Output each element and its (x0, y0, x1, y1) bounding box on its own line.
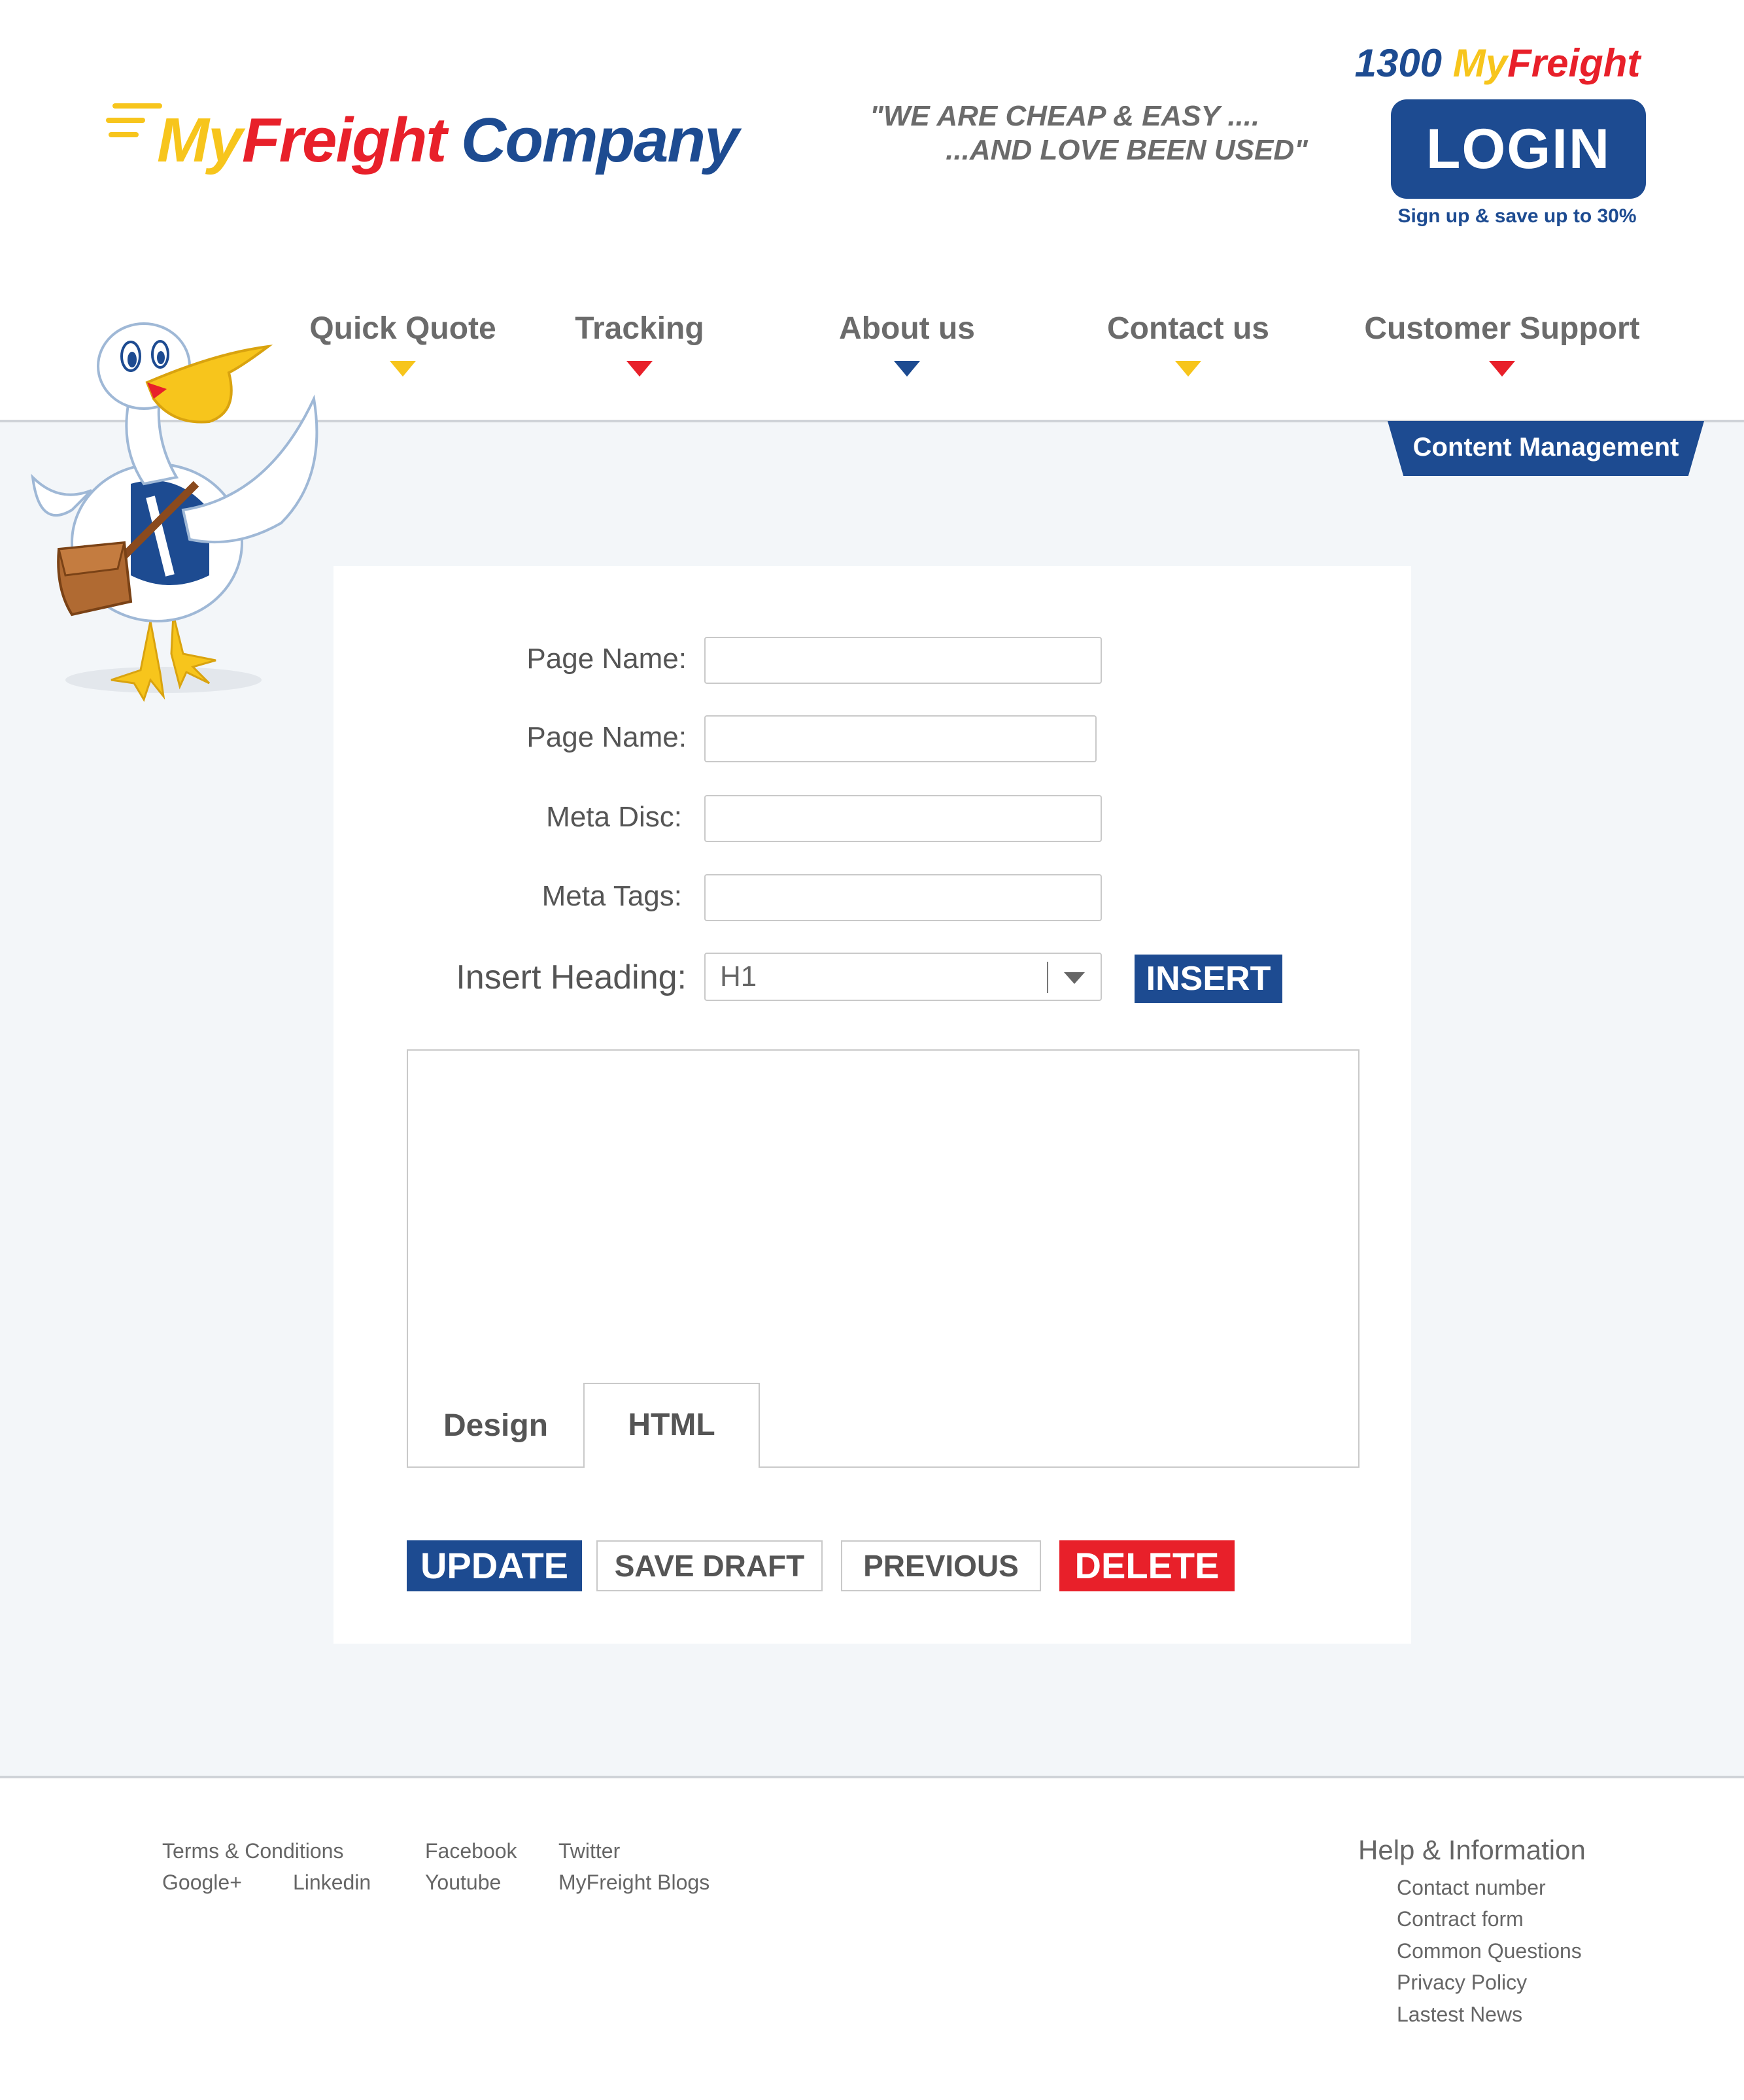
phone-word-freight: Freight (1507, 41, 1641, 85)
footer-link-linkedin[interactable]: Linkedin (293, 1871, 371, 1895)
delete-button[interactable]: DELETE (1059, 1540, 1235, 1591)
tab-html[interactable]: HTML (583, 1383, 760, 1468)
help-link-contact-number[interactable]: Contact number (1397, 1876, 1546, 1900)
field-label-meta-disc: Meta Disc: (546, 801, 682, 833)
footer-link-terms[interactable]: Terms & Conditions (162, 1839, 343, 1863)
nav-label: Quick Quote (309, 311, 496, 346)
logo-speed-line (109, 132, 139, 137)
logo-word-freight: Freight (242, 105, 447, 175)
tagline: "WE ARE CHEAP & EASY .... ...AND LOVE BE… (817, 99, 1314, 167)
footer-link-twitter[interactable]: Twitter (558, 1839, 620, 1863)
nav-label: About us (839, 311, 975, 346)
footer-link-blogs[interactable]: MyFreight Blogs (558, 1871, 710, 1895)
selected-heading-value: H1 (720, 960, 757, 992)
content-management-tab[interactable]: Content Management (1388, 421, 1704, 476)
update-button[interactable]: UPDATE (407, 1540, 582, 1591)
help-link-privacy-policy[interactable]: Privacy Policy (1397, 1971, 1527, 1995)
chevron-down-icon[interactable] (1064, 972, 1085, 984)
dropdown-triangle-icon (1175, 361, 1201, 377)
footer-link-facebook[interactable]: Facebook (425, 1839, 517, 1863)
logo-speed-line (106, 118, 145, 123)
tagline-line-2: ...AND LOVE BEEN USED" (946, 134, 1308, 166)
help-link-latest-news[interactable]: Lastest News (1397, 2003, 1522, 2027)
page-name-2-input[interactable] (704, 715, 1097, 762)
footer-link-google-plus[interactable]: Google+ (162, 1871, 242, 1895)
select-separator (1047, 962, 1048, 993)
help-information-title: Help & Information (1358, 1835, 1586, 1865)
meta-tags-input[interactable] (704, 874, 1102, 921)
field-label-insert-heading: Insert Heading: (456, 958, 687, 996)
logo-speed-line (112, 103, 162, 109)
previous-button[interactable]: PREVIOUS (841, 1540, 1041, 1591)
nav-label: Customer Support (1364, 311, 1640, 346)
nav-item-tracking[interactable]: Tracking (561, 311, 718, 377)
company-logo[interactable]: My Freight Company (105, 98, 772, 183)
dropdown-triangle-icon (1489, 361, 1515, 377)
logo-word-my: My (157, 105, 243, 175)
logo-word-company: Company (461, 105, 739, 175)
page-name-input[interactable] (704, 637, 1102, 684)
nav-label: Contact us (1106, 311, 1269, 346)
meta-disc-input[interactable] (704, 795, 1102, 842)
help-link-contract-form[interactable]: Contract form (1397, 1907, 1524, 1931)
nav-item-customer-support[interactable]: Customer Support (1361, 311, 1643, 377)
dropdown-triangle-icon (894, 361, 920, 377)
phone-number[interactable]: 1300 MyFreight (1347, 41, 1648, 86)
login-button[interactable]: LOGIN (1391, 99, 1646, 199)
tab-design[interactable]: Design (407, 1384, 585, 1468)
phone-word-my: My (1452, 41, 1508, 85)
nav-item-quick-quote[interactable]: Quick Quote (306, 311, 500, 377)
nav-item-contact-us[interactable]: Contact us (1093, 311, 1283, 377)
footer-link-youtube[interactable]: Youtube (425, 1871, 501, 1895)
pelican-mascot-illustration (31, 322, 318, 702)
footer-divider (0, 1776, 1744, 1778)
field-label-page-name: Page Name: (526, 643, 687, 675)
insert-button[interactable]: INSERT (1135, 955, 1282, 1003)
signup-note[interactable]: Sign up & save up to 30% (1347, 205, 1687, 228)
save-draft-button[interactable]: SAVE DRAFT (596, 1540, 823, 1591)
insert-heading-select[interactable]: H1 (704, 953, 1102, 1001)
nav-item-about-us[interactable]: About us (825, 311, 989, 377)
phone-digits: 1300 (1354, 41, 1443, 85)
help-link-common-questions[interactable]: Common Questions (1397, 1939, 1582, 1963)
tagline-line-1: "WE ARE CHEAP & EASY .... (870, 100, 1260, 132)
field-label-meta-tags: Meta Tags: (541, 880, 682, 912)
dropdown-triangle-icon (390, 361, 416, 377)
dropdown-triangle-icon (626, 361, 653, 377)
field-label-page-name-2: Page Name: (526, 721, 687, 753)
nav-label: Tracking (575, 311, 704, 346)
